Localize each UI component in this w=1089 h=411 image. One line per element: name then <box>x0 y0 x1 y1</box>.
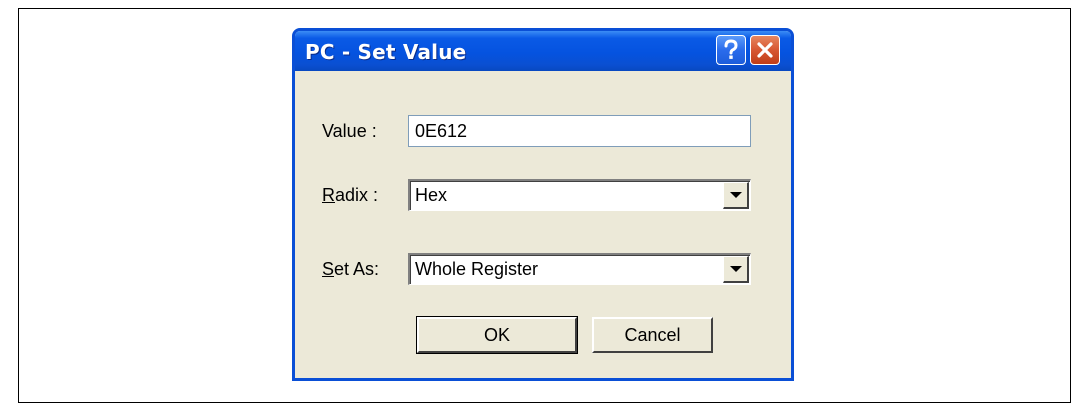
chevron-down-icon <box>729 192 742 198</box>
question-mark-icon <box>724 39 738 59</box>
radix-label: Radix : <box>322 185 378 206</box>
value-label: Value : <box>322 121 377 141</box>
radix-label-text: adix : <box>335 185 379 205</box>
help-button[interactable] <box>716 35 746 65</box>
set-as-label-mnemonic: S <box>322 259 335 279</box>
dialog-title: PC - Set Value <box>305 40 467 64</box>
set-as-label-text: et As: <box>334 259 380 279</box>
radix-label-mnemonic: R <box>322 185 335 205</box>
cancel-button[interactable]: Cancel <box>592 317 713 353</box>
chevron-down-icon <box>729 266 742 272</box>
value-input[interactable]: 0E612 <box>408 115 751 147</box>
set-as-dropdown-button[interactable] <box>723 256 749 283</box>
set-as-label: Set As: <box>322 259 379 280</box>
set-as-select[interactable]: Whole Register <box>408 253 751 285</box>
title-bar[interactable]: PC - Set Value <box>295 31 791 71</box>
ok-button[interactable]: OK <box>416 316 578 354</box>
close-button[interactable] <box>750 35 780 65</box>
radix-dropdown-button[interactable] <box>723 182 749 209</box>
set-as-selected-value: Whole Register <box>415 259 539 279</box>
close-icon <box>757 42 773 58</box>
radix-select[interactable]: Hex <box>408 179 751 211</box>
set-value-dialog: PC - Set Value Value : 0E612 Radix : Hex… <box>292 28 794 381</box>
radix-selected-value: Hex <box>415 185 448 205</box>
